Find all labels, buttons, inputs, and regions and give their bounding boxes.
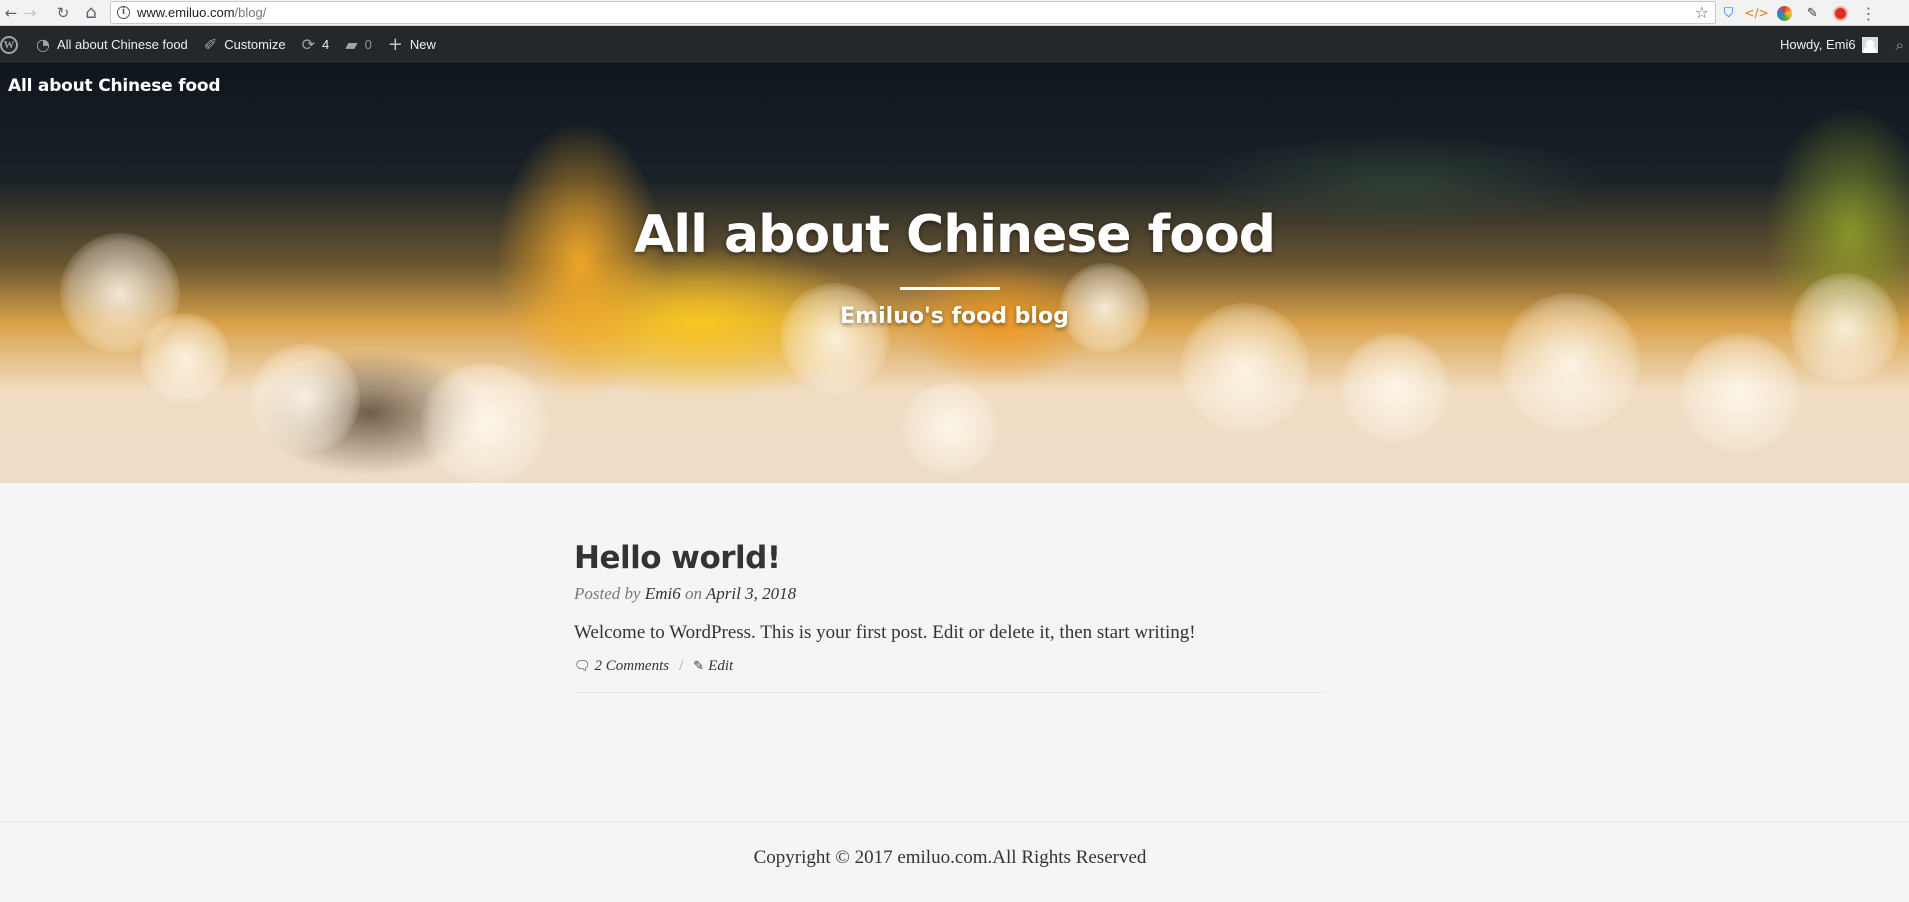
post-title-link[interactable]: Hello world!	[574, 540, 1324, 576]
wp-logo-button[interactable]: W	[0, 26, 28, 63]
post-meta: Posted by Emi6 on April 3, 2018	[574, 584, 1324, 604]
extensions-area: ⛉ </> ✎ ⋮	[1720, 0, 1877, 26]
site-title: All about Chinese food	[634, 205, 1276, 265]
url-path: /blog/	[234, 5, 267, 20]
admin-bar-site-label: All about Chinese food	[56, 37, 188, 52]
comments-icon: 🗨	[574, 659, 591, 674]
color-extension-button[interactable]	[1776, 5, 1793, 22]
bokeh-light	[1680, 333, 1800, 453]
post-excerpt: Welcome to WordPress. This is your first…	[574, 622, 1196, 643]
site-brand-link[interactable]: All about Chinese food	[8, 76, 221, 96]
admin-bar-updates[interactable]: ⟳ 4	[294, 26, 338, 63]
admin-bar-account[interactable]: Howdy, Emi6	[1772, 26, 1888, 63]
admin-bar-search[interactable]: ⌕	[1888, 26, 1909, 63]
shield-extension-icon[interactable]: ⛉	[1720, 5, 1737, 22]
paintbrush-icon: ✐	[203, 35, 218, 54]
wp-admin-bar: W ◔ All about Chinese food ✐ Customize ⟳…	[0, 26, 1909, 63]
hero-header: All about Chinese food All about Chinese…	[0, 63, 1909, 483]
color-wheel-icon	[1777, 5, 1792, 21]
dashboard-icon: ◔	[36, 35, 50, 54]
site-footer: Copyright © 2017 emiluo.com.All Rights R…	[0, 821, 1909, 902]
back-arrow-icon: ←	[4, 4, 18, 22]
pen-extension-icon[interactable]: ✎	[1804, 5, 1821, 22]
bokeh-light	[250, 343, 360, 453]
record-icon	[1833, 5, 1848, 21]
admin-bar-new-label: New	[409, 37, 436, 52]
home-button[interactable]: ⌂	[80, 1, 102, 23]
search-icon: ⌕	[1895, 35, 1904, 54]
admin-bar-customize[interactable]: ✐ Customize	[196, 26, 294, 63]
browser-menu-icon[interactable]: ⋮	[1860, 4, 1877, 23]
comment-bubble-icon: ▰	[345, 35, 358, 54]
copyright-text: Copyright © 2017 emiluo.com.All Rights R…	[753, 847, 1147, 868]
red-extension-button[interactable]	[1832, 5, 1849, 22]
reload-button[interactable]: ↻	[52, 2, 74, 24]
updates-count: 4	[322, 37, 330, 52]
site-tagline: Emiluo's food blog	[840, 304, 1069, 329]
avatar	[1861, 36, 1878, 53]
post-item: Hello world! Posted by Emi6 on April 3, …	[574, 540, 1324, 693]
bokeh-light	[780, 283, 890, 393]
info-icon[interactable]: i	[117, 6, 130, 19]
comments-count: 0	[364, 37, 372, 52]
on-label: on	[684, 584, 702, 603]
post-list: Hello world! Posted by Emi6 on April 3, …	[574, 540, 1324, 693]
admin-bar-customize-label: Customize	[224, 37, 286, 52]
bokeh-light	[420, 363, 550, 483]
bookmark-star-icon[interactable]: ☆	[1695, 3, 1709, 22]
home-icon: ⌂	[85, 1, 97, 23]
plus-icon: +	[387, 34, 403, 55]
posted-by-label: Posted by	[574, 584, 641, 603]
admin-bar-secondary: Howdy, Emi6 ⌕	[1772, 26, 1909, 63]
address-bar[interactable]: i www.emiluo.com/blog/ ☆	[110, 1, 1716, 24]
admin-bar-new[interactable]: + New	[380, 26, 444, 63]
post-divider	[574, 692, 1324, 693]
footer-separator: /	[679, 658, 684, 674]
author-link[interactable]: Emi6	[645, 584, 681, 603]
bokeh-light	[1340, 333, 1450, 443]
admin-bar-site-name[interactable]: ◔ All about Chinese food	[28, 26, 196, 63]
forward-button[interactable]: →	[19, 2, 41, 24]
url-host: www.emiluo.com	[137, 5, 235, 20]
admin-bar-comments[interactable]: ▰ 0	[337, 26, 380, 63]
browser-toolbar: ← → ↻ ⌂ i www.emiluo.com/blog/ ☆ ⛉ </> ✎…	[0, 0, 1909, 26]
comments-link[interactable]: 2 Comments	[595, 658, 670, 675]
code-extension-icon[interactable]: </>	[1744, 5, 1768, 22]
post-footer: 🗨 2 Comments / ✎ Edit	[574, 658, 1324, 675]
wordpress-logo-icon: W	[0, 35, 18, 54]
updates-icon: ⟳	[301, 35, 316, 54]
pencil-icon: ✎	[693, 659, 705, 674]
title-divider	[900, 287, 1000, 290]
reload-icon: ↻	[56, 4, 70, 22]
post-date-link[interactable]: April 3, 2018	[706, 584, 796, 603]
forward-arrow-icon: →	[23, 4, 37, 22]
bokeh-light	[900, 383, 1000, 473]
edit-link[interactable]: Edit	[708, 658, 733, 675]
howdy-label: Howdy, Emi6	[1779, 37, 1856, 52]
